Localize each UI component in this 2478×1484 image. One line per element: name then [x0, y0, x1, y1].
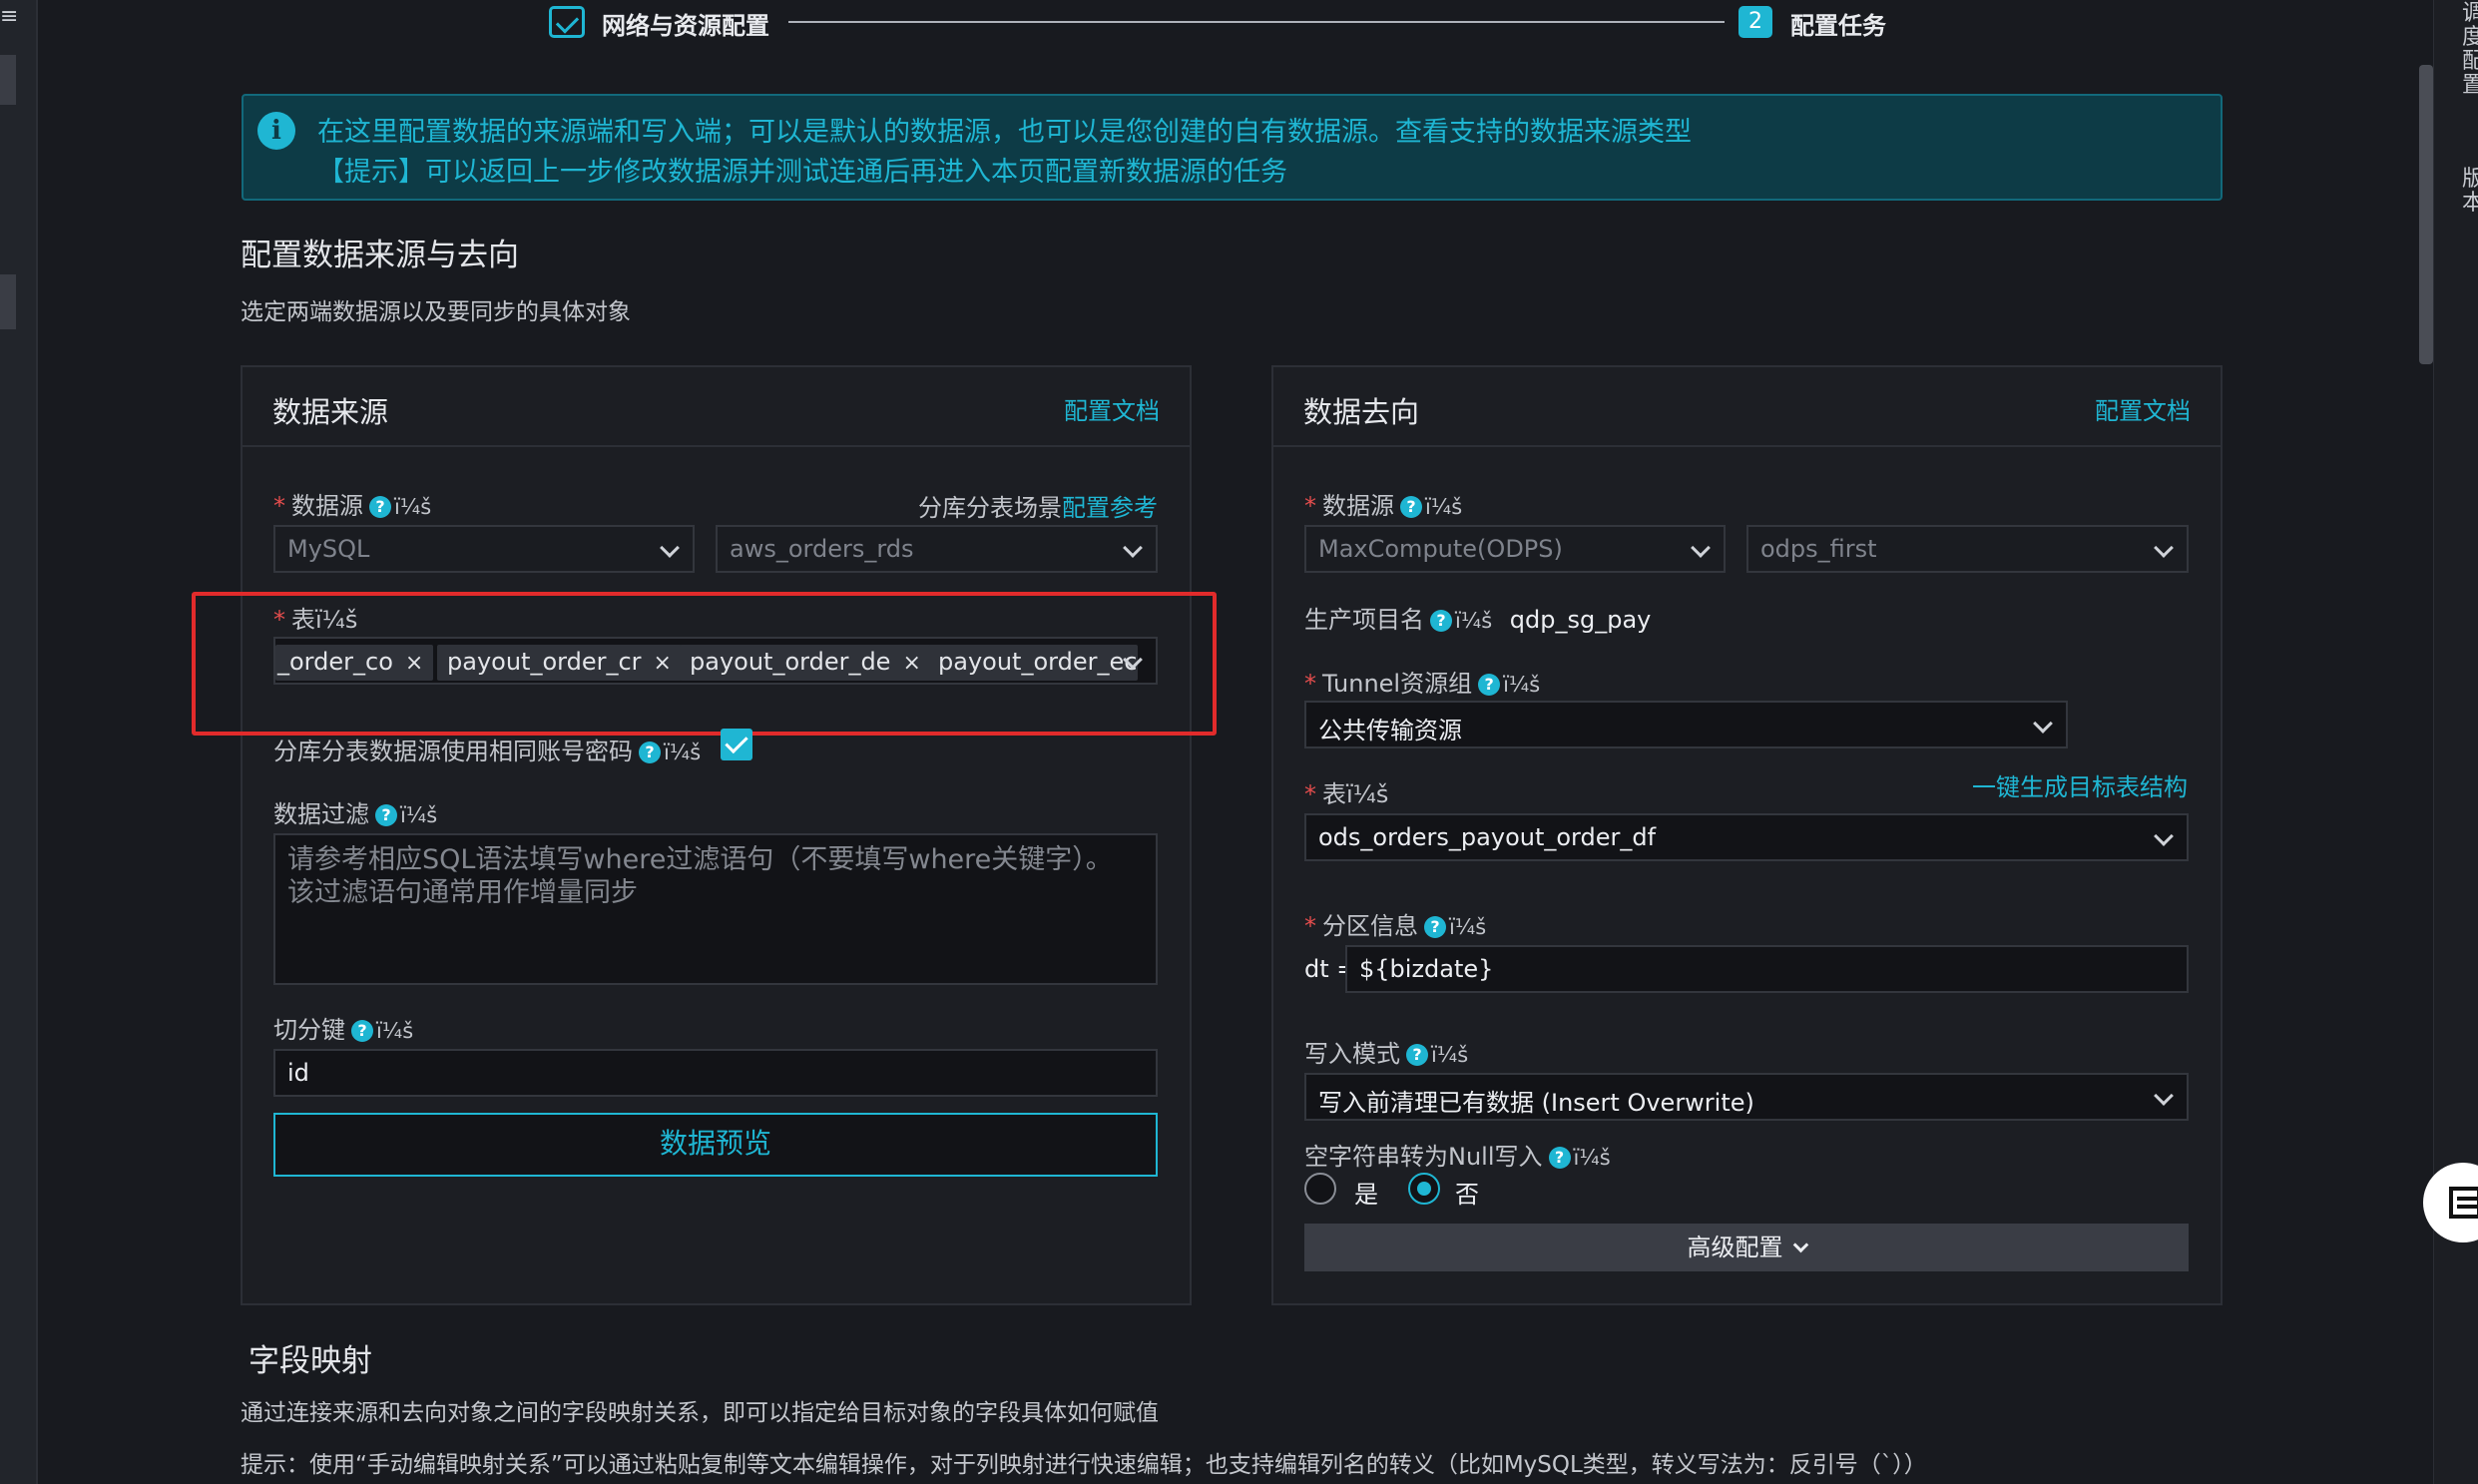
source-datasource-name-select[interactable]: aws_orders_rds — [716, 525, 1158, 573]
project-value: qdp_sg_pay — [1509, 606, 1652, 634]
section-title: 配置数据来源与去向 — [241, 238, 519, 273]
advanced-config-button[interactable]: 高级配置 — [1304, 1224, 2189, 1271]
project-label: 生产项目名? ï¼š qdp_sg_pay — [1304, 606, 1652, 634]
generate-table-link[interactable]: 一键生成目标表结构 — [1972, 767, 2188, 802]
schedule-config-tab[interactable]: 调度配置 — [2462, 2, 2478, 102]
target-table-select[interactable]: ods_orders_payout_order_df — [1304, 813, 2189, 861]
chevron-down-icon — [2154, 826, 2174, 846]
steps-header: 网络与资源配置 2 配置任务 — [549, 0, 1896, 45]
help-icon[interactable]: ? — [639, 742, 661, 763]
tunnel-select[interactable]: 公共传输资源 — [1304, 701, 2068, 748]
mapping-title: 字段映射 — [248, 1343, 372, 1379]
help-icon[interactable]: ? — [369, 496, 391, 518]
grid-icon — [2449, 1187, 2478, 1219]
source-doc-link[interactable]: 配置文档 — [1064, 391, 1160, 426]
info-banner: i 在这里配置数据的来源端和写入端；可以是默认的数据源，也可以是您创建的自有数据… — [242, 94, 2223, 201]
target-datasource-label: * 数据源? ï¼š — [1304, 492, 1463, 520]
same-account-label: 分库分表数据源使用相同账号密码? ï¼š — [273, 738, 702, 765]
target-doc-link[interactable]: 配置文档 — [2095, 391, 2191, 426]
filter-textarea[interactable]: 请参考相应SQL语法填写where过滤语句（不要填写where关键字）。 该过滤… — [273, 833, 1158, 985]
info-line-1[interactable]: 在这里配置数据的来源端和写入端；可以是默认的数据源，也可以是您创建的自有数据源。… — [317, 110, 1692, 149]
chevron-down-icon — [1792, 1237, 1808, 1253]
info-icon: i — [257, 112, 295, 150]
data-preview-button[interactable]: 数据预览 — [273, 1113, 1158, 1177]
same-account-checkbox[interactable] — [721, 729, 752, 760]
partition-label: * 分区信息? ï¼š — [1304, 912, 1487, 940]
partition-input[interactable]: ${bizdate} — [1345, 945, 2189, 993]
chevron-down-icon — [2154, 1086, 2174, 1106]
chevron-down-icon — [1123, 538, 1143, 558]
null-label: 空字符串转为Null写入? ï¼š — [1304, 1143, 1611, 1171]
check-icon — [549, 6, 585, 38]
step-network-label[interactable]: 网络与资源配置 — [602, 6, 769, 41]
annotation-highlight-box — [192, 592, 1217, 736]
radio-yes-label[interactable]: 是 — [1354, 1175, 1378, 1210]
source-panel-title: 数据来源 — [272, 395, 389, 429]
shard-hint: 分库分表场景配置参考 — [918, 494, 1158, 522]
help-icon[interactable]: ? — [1548, 1147, 1571, 1169]
mapping-desc: 通过连接来源和去向对象之间的字段映射关系，即可以指定给目标对象的字段具体如何赋值 — [241, 1400, 1159, 1426]
mapping-tip: 提示：使用“手动编辑映射关系”可以通过粘贴复制等文本编辑操作，对于列映射进行快速… — [241, 1452, 1927, 1478]
tunnel-label: * Tunnel资源组? ï¼š — [1304, 670, 1541, 698]
left-sidebar-strip: ≡ — [0, 0, 38, 1484]
help-icon[interactable]: ? — [1406, 1044, 1428, 1066]
write-mode-select[interactable]: 写入前清理已有数据 (Insert Overwrite) — [1304, 1073, 2189, 1121]
help-icon[interactable]: ? — [1400, 496, 1422, 518]
info-line-2: 【提示】可以返回上一步修改数据源并测试连通后再进入本页配置新数据源的任务 — [317, 157, 1287, 188]
section-desc: 选定两端数据源以及要同步的具体对象 — [241, 299, 631, 325]
help-icon[interactable]: ? — [375, 804, 397, 826]
radio-no[interactable] — [1408, 1173, 1440, 1205]
split-key-label: 切分键? ï¼š — [273, 1016, 414, 1044]
help-icon[interactable]: ? — [1424, 916, 1446, 938]
chevron-down-icon — [660, 538, 680, 558]
sidebar-block — [0, 55, 16, 105]
source-datasource-label: * 数据源? ï¼š — [273, 492, 432, 520]
version-tab[interactable]: 版本 — [2462, 168, 2478, 218]
step-config-label[interactable]: 配置任务 — [1790, 6, 1886, 41]
step-connector — [788, 21, 1725, 23]
source-panel-header: 数据来源 配置文档 — [243, 367, 1190, 447]
filter-label: 数据过滤? ï¼š — [273, 800, 438, 828]
target-panel-title: 数据去向 — [1303, 395, 1420, 429]
step-number-badge: 2 — [1738, 6, 1772, 38]
chevron-down-icon — [1691, 538, 1711, 558]
chevron-down-icon — [2033, 714, 2053, 734]
radio-no-label[interactable]: 否 — [1455, 1175, 1479, 1210]
split-key-input[interactable]: id — [273, 1049, 1158, 1097]
chevron-down-icon — [2154, 538, 2174, 558]
help-icon[interactable]: ? — [1430, 610, 1452, 632]
radio-yes[interactable] — [1304, 1173, 1336, 1205]
target-panel-header: 数据去向 配置文档 — [1273, 367, 2221, 447]
shard-reference-link[interactable]: 配置参考 — [1062, 494, 1158, 522]
floating-action-button[interactable] — [2423, 1163, 2478, 1242]
scrollbar[interactable] — [2419, 65, 2433, 364]
target-table-label: * 表ï¼š — [1304, 780, 1389, 808]
help-icon[interactable]: ? — [351, 1020, 373, 1042]
target-datasource-name-select[interactable]: odps_first — [1746, 525, 2189, 573]
sidebar-block — [0, 274, 16, 329]
target-datasource-type-select[interactable]: MaxCompute(ODPS) — [1304, 525, 1726, 573]
menu-icon[interactable]: ≡ — [0, 6, 18, 28]
help-icon[interactable]: ? — [1478, 674, 1501, 696]
write-mode-label: 写入模式? ï¼š — [1304, 1040, 1469, 1068]
source-datasource-type-select[interactable]: MySQL — [273, 525, 695, 573]
right-side-panel: 调度配置 版本 — [2433, 0, 2478, 1484]
